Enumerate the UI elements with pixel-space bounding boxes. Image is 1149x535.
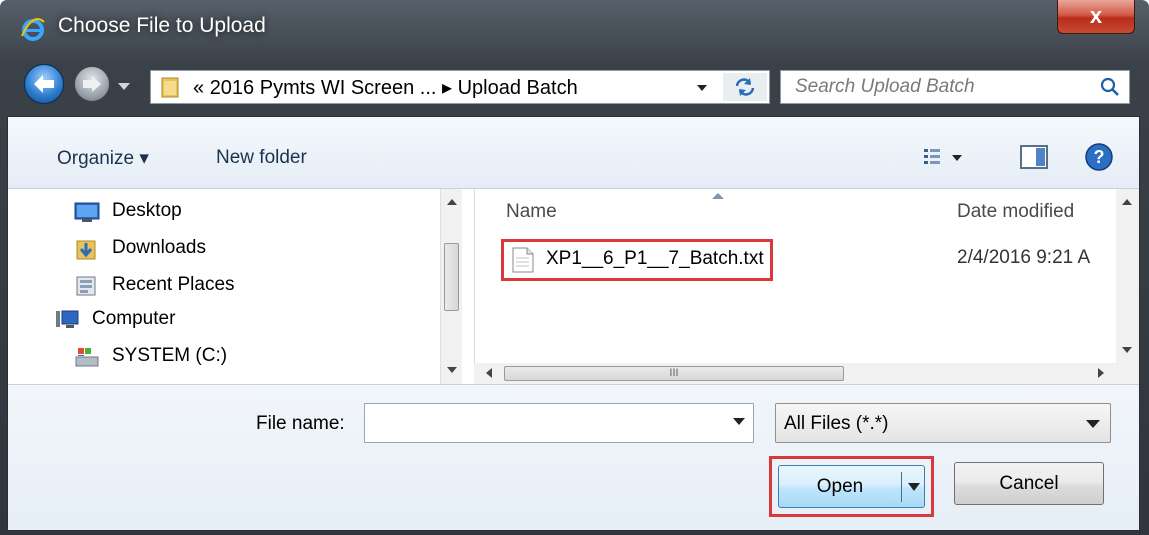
open-button-highlight: Open — [769, 456, 934, 517]
open-button-label: Open — [816, 476, 864, 497]
close-icon: x — [1089, 3, 1103, 28]
dialog-footer: File name: All Files (*.*) Open Cancel — [8, 384, 1139, 530]
forward-button[interactable] — [74, 66, 110, 102]
file-name: XP1__6_P1__7_Batch.txt — [546, 248, 764, 269]
dialog-client-area: Organize ▾ New folder ? Desktop Download… — [7, 116, 1140, 531]
breadcrumb: « 2016 Pymts WI Screen ... ▸ Upload Batc… — [193, 75, 578, 100]
search-icon[interactable] — [1099, 76, 1121, 98]
refresh-icon[interactable] — [723, 73, 767, 101]
nav-item-label: Downloads — [112, 237, 206, 258]
nav-item-label: Desktop — [112, 200, 182, 221]
navigation-pane-scrollbar[interactable] — [440, 189, 462, 384]
navigation-pane: Desktop Downloads Recent Places Computer… — [8, 189, 474, 384]
new-folder-button[interactable]: New folder — [216, 147, 307, 169]
preview-pane-icon[interactable] — [1019, 143, 1049, 171]
scroll-right-icon[interactable] — [1098, 368, 1104, 378]
file-type-select[interactable]: All Files (*.*) — [775, 403, 1111, 443]
scroll-up-icon[interactable] — [1122, 199, 1132, 205]
back-arrow-icon — [34, 75, 54, 93]
text-file-icon — [512, 247, 534, 273]
file-type-value: All Files (*.*) — [784, 413, 889, 434]
forward-arrow-icon — [83, 76, 101, 92]
navigation-bar: « 2016 Pymts WI Screen ... ▸ Upload Batc… — [0, 58, 1149, 112]
file-name-label: File name: — [256, 413, 345, 434]
back-button[interactable] — [24, 64, 64, 104]
scrollbar-thumb[interactable]: III — [504, 366, 844, 381]
help-icon[interactable]: ? — [1084, 142, 1114, 172]
open-button[interactable]: Open — [778, 465, 925, 508]
title-bar: Choose File to Upload x — [0, 0, 1149, 56]
breadcrumb-current[interactable]: Upload Batch — [458, 77, 578, 99]
nav-item-label: SYSTEM (C:) — [112, 345, 228, 366]
downloads-icon — [76, 240, 96, 260]
search-box[interactable]: Search Upload Batch — [780, 70, 1130, 104]
scroll-left-icon[interactable] — [486, 368, 492, 378]
desktop-icon — [74, 202, 100, 222]
breadcrumb-separator-icon[interactable]: ▸ — [442, 77, 452, 99]
svg-text:?: ? — [1094, 147, 1105, 167]
organize-menu-button[interactable]: Organize ▾ — [57, 147, 149, 170]
search-input[interactable]: Search Upload Batch — [795, 76, 975, 98]
views-icon[interactable] — [922, 145, 966, 171]
command-toolbar: Organize ▾ New folder ? — [8, 117, 1139, 189]
close-button[interactable]: x — [1057, 0, 1135, 34]
file-name-field[interactable] — [364, 403, 754, 443]
open-options-dropdown-icon[interactable] — [908, 483, 920, 491]
column-header-date-modified[interactable]: Date modified — [957, 201, 1074, 223]
address-bar[interactable]: « 2016 Pymts WI Screen ... ▸ Upload Batc… — [150, 70, 770, 104]
folder-icon — [161, 77, 179, 98]
recent-places-icon — [76, 276, 96, 296]
split-divider — [901, 472, 902, 502]
chevron-down-icon — [1086, 420, 1100, 428]
file-row[interactable]: XP1__6_P1__7_Batch.txt — [501, 239, 773, 281]
scrollbar-grip: III — [669, 367, 679, 379]
computer-icon — [56, 310, 79, 328]
window-title: Choose File to Upload — [58, 14, 266, 37]
nav-item-label: Computer — [92, 308, 176, 329]
sort-ascending-icon — [712, 193, 724, 199]
file-list-pane: Name Date modified XP1__6_P1__7_Batch.tx… — [474, 189, 1139, 384]
file-list-vertical-scrollbar[interactable] — [1116, 189, 1139, 363]
file-list-horizontal-scrollbar[interactable]: III — [474, 363, 1139, 384]
scroll-down-icon[interactable] — [1122, 347, 1132, 353]
breadcrumb-parent[interactable]: 2016 Pymts WI Screen ... — [210, 77, 437, 99]
file-date-modified: 2/4/2016 9:21 A — [957, 247, 1091, 268]
address-dropdown-icon[interactable] — [695, 79, 709, 95]
scroll-up-icon[interactable] — [447, 199, 457, 205]
scroll-down-icon[interactable] — [447, 367, 457, 373]
internet-explorer-icon — [21, 18, 45, 41]
column-header-name[interactable]: Name — [506, 201, 557, 223]
file-name-dropdown-icon[interactable] — [733, 418, 745, 425]
scrollbar-thumb[interactable] — [444, 243, 459, 311]
recent-locations-dropdown[interactable] — [114, 74, 134, 98]
cancel-button[interactable]: Cancel — [954, 462, 1104, 505]
nav-item-label: Recent Places — [112, 274, 235, 295]
breadcrumb-overflow-chevron[interactable]: « — [193, 77, 204, 99]
drive-icon — [75, 348, 99, 367]
file-dialog-window: Choose File to Upload x « 2016 Pymts WI … — [0, 0, 1149, 535]
